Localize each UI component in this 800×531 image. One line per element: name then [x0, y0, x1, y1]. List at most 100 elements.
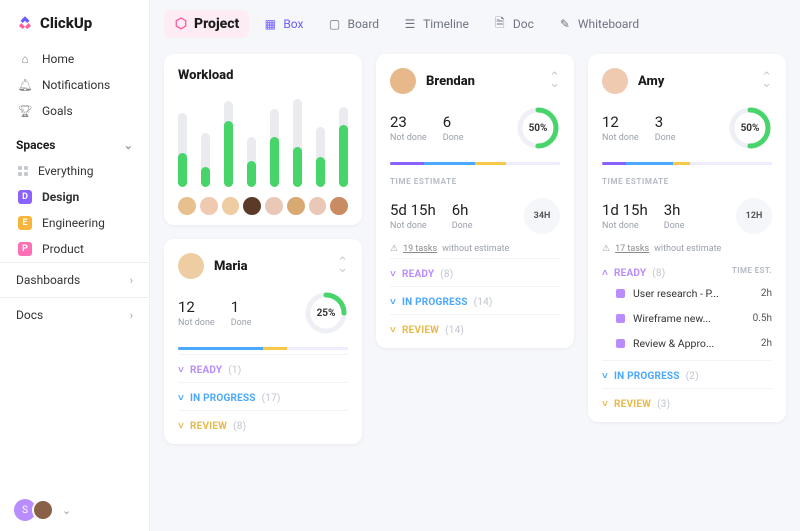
workload-bar [270, 109, 279, 187]
avatar[interactable] [178, 197, 196, 215]
sidebar-footer[interactable]: S ⌄ [0, 489, 149, 531]
workload-bar [339, 107, 348, 187]
warning-link[interactable]: 19 tasks [403, 244, 437, 254]
person-card-brendan: Brendan⌃⌄ 23Not done6Done50% TIME ESTIMA… [376, 54, 574, 348]
status-label: REVIEW [190, 421, 227, 432]
task-row[interactable]: User research - P...2h [602, 281, 772, 306]
space-item-engineering[interactable]: E Engineering [0, 210, 149, 236]
avatar [178, 253, 204, 279]
space-item-product[interactable]: PProduct [0, 236, 149, 262]
workload-bar [178, 113, 187, 187]
stat-notdone-value: 12 [178, 298, 215, 316]
avatar[interactable] [330, 197, 348, 215]
status-label: READY [190, 365, 222, 376]
nav-home[interactable]: ⌂Home [8, 46, 141, 72]
workload-bar [316, 127, 325, 187]
estimate-warning: ⚠︎17 taskswithout estimate [602, 244, 772, 254]
status-row-in-progress[interactable]: ˅IN PROGRESS(17) [178, 382, 348, 406]
avatar[interactable] [222, 197, 240, 215]
task-row[interactable]: Wireframe new... 0.5h [602, 306, 772, 331]
status-row-review[interactable]: ˅ REVIEW (8) [178, 410, 348, 434]
chevron-icon: ˅ [390, 269, 396, 280]
main: ⬡Project ▦Box ▢Board ☰Timeline 🗎Doc ✎Whi… [150, 0, 800, 531]
box-icon: ▦ [263, 17, 277, 31]
space-badge: E [18, 216, 32, 230]
progress-donut: 50% [728, 106, 772, 150]
expand-icon[interactable]: ⌃⌄ [761, 75, 772, 87]
status-dot-icon [616, 289, 625, 298]
primary-nav: ⌂Home 🔔︎Notifications 🏆︎Goals [0, 44, 149, 126]
estimate-warning: ⚠︎19 taskswithout estimate [390, 244, 560, 254]
person-name: Amy [638, 74, 664, 89]
bell-icon: 🔔︎ [18, 78, 32, 92]
tab-board[interactable]: ▢Board [317, 11, 389, 37]
timeline-icon: ☰ [403, 17, 417, 31]
tab-timeline[interactable]: ☰Timeline [393, 11, 479, 37]
tab-whiteboard[interactable]: ✎Whiteboard [548, 11, 649, 37]
avatar[interactable] [265, 197, 283, 215]
nav-notifications[interactable]: 🔔︎Notifications [8, 72, 141, 98]
column-1: Workload Maria⌃⌄ 12Not done1Done25% ˅REA… [164, 54, 362, 517]
workload-bar [247, 137, 256, 187]
board-icon: ▢ [327, 17, 341, 31]
column-2: Brendan⌃⌄ 23Not done6Done50% TIME ESTIMA… [376, 54, 574, 517]
space-badge: P [18, 242, 32, 256]
status-count: (14) [445, 325, 464, 336]
task-name: User research - P... [633, 287, 719, 300]
section-docs[interactable]: Docs› [0, 297, 149, 332]
nav-goals[interactable]: 🏆︎Goals [8, 98, 141, 124]
status-row-ready[interactable]: ˄READY(8) [602, 260, 665, 281]
avatar[interactable] [200, 197, 218, 215]
space-label: Engineering [42, 216, 105, 230]
sidebar: ClickUp ⌂Home 🔔︎Notifications 🏆︎Goals Sp… [0, 0, 150, 531]
brand-name: ClickUp [40, 14, 92, 32]
status-label: REVIEW [614, 399, 651, 410]
status-row-ready[interactable]: ˅READY(1) [178, 354, 348, 378]
chevron-icon: ˅ [178, 393, 184, 404]
status-row-review[interactable]: ˅REVIEW(3) [602, 388, 772, 412]
hours-chip: 12H [736, 198, 772, 234]
workload-title: Workload [178, 68, 348, 83]
avatar[interactable] [309, 197, 327, 215]
spaces-header[interactable]: Spaces⌄ [0, 126, 149, 158]
task-hours: 0.5h [753, 313, 772, 324]
avatar[interactable] [243, 197, 261, 215]
avatar [602, 68, 628, 94]
hours-chip: 34H [524, 198, 560, 234]
workload-chart [178, 97, 348, 187]
chevron-icon: ˅ [178, 421, 184, 432]
status-label: READY [402, 269, 434, 280]
tab-box[interactable]: ▦Box [253, 11, 313, 37]
tab-doc[interactable]: 🗎Doc [483, 11, 544, 37]
chevron-down-icon: ⌄ [62, 504, 71, 517]
warning-link[interactable]: 17 tasks [615, 244, 649, 254]
workload-bar [224, 101, 233, 187]
status-count: (17) [262, 393, 281, 404]
expand-icon[interactable]: ⌃⌄ [337, 260, 348, 272]
status-row-in-progress[interactable]: ˅IN PROGRESS(14) [390, 286, 560, 310]
avatar[interactable] [287, 197, 305, 215]
status-label: REVIEW [402, 325, 439, 336]
task-name: Wireframe new... [633, 312, 711, 325]
status-row-review[interactable]: ˅REVIEW(14) [390, 314, 560, 338]
progress-donut: 25% [304, 291, 348, 335]
workload-bar [201, 133, 210, 187]
status-row-ready[interactable]: ˅READY(8) [390, 258, 560, 282]
cube-icon: ⬡ [174, 17, 188, 31]
task-name: Review & Appro... [633, 337, 714, 350]
space-item-design[interactable]: DDesign [0, 184, 149, 210]
person-name: Maria [214, 259, 248, 274]
chevron-right-icon: › [130, 309, 133, 322]
chevron-icon: ˅ [602, 371, 608, 382]
task-row[interactable]: Review & Appro...2h [602, 331, 772, 356]
status-count: (8) [233, 421, 246, 432]
tab-project[interactable]: ⬡Project [164, 10, 249, 38]
space-everything[interactable]: Everything [0, 158, 149, 184]
status-row-in-progress[interactable]: ˅IN PROGRESS(2) [602, 360, 772, 384]
workload-card: Workload [164, 54, 362, 225]
expand-icon[interactable]: ⌃⌄ [549, 75, 560, 87]
whiteboard-icon: ✎ [558, 17, 572, 31]
section-dashboards[interactable]: Dashboards› [0, 262, 149, 297]
brand: ClickUp [0, 0, 149, 44]
progress-bar [390, 162, 560, 165]
